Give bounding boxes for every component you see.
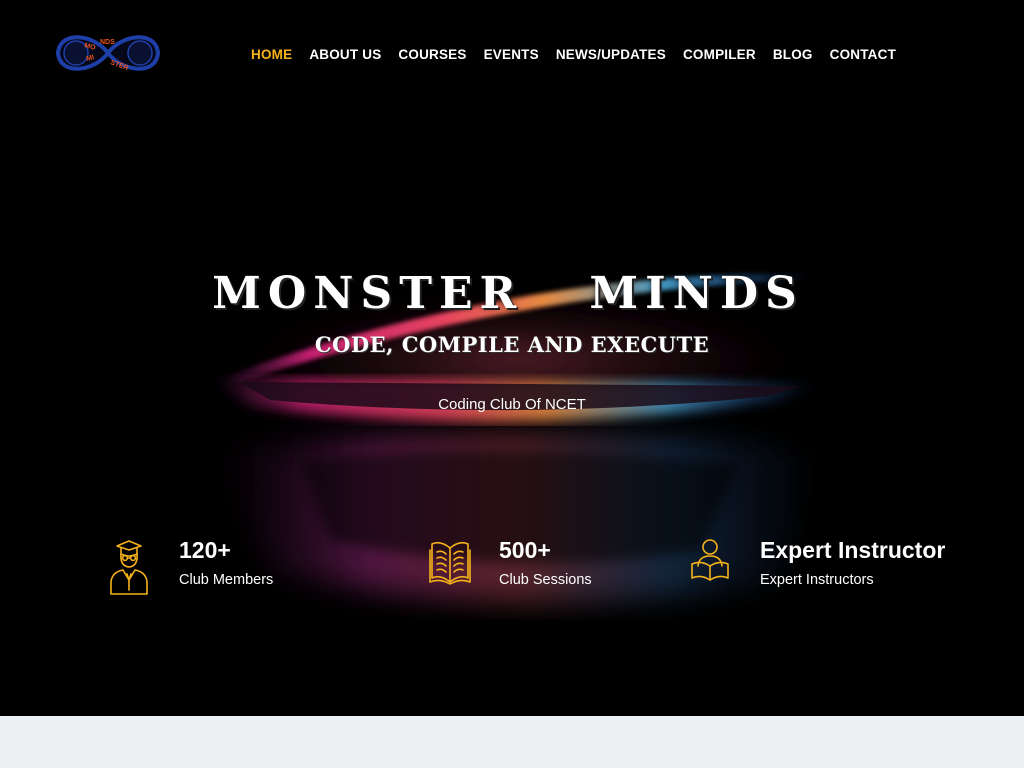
hero-section: MO NDS MI STER HOME ABOUT US COURSES EVE…	[0, 0, 1024, 716]
nav-courses[interactable]: COURSES	[398, 47, 466, 62]
nav-home[interactable]: HOME	[251, 47, 292, 62]
open-book-icon	[429, 541, 471, 585]
stat-club-members: 120+ Club Members	[107, 536, 307, 600]
stat-club-sessions: 500+ Club Sessions	[428, 536, 628, 600]
stat-label: Club Sessions	[499, 572, 592, 588]
hero-tagline: Coding Club Of NCET	[438, 396, 586, 413]
monster-minds-logo[interactable]: MO NDS MI STER	[54, 30, 162, 76]
nav-about-us[interactable]: ABOUT US	[309, 47, 381, 62]
hero-subtitle: CODE, COMPILE AND EXECUTE	[314, 332, 710, 357]
graduate-icon	[110, 540, 148, 595]
stat-expert-instructor: Expert Instructor Expert Instructors	[688, 536, 988, 600]
instructor-reading-icon	[691, 539, 729, 581]
nav-contact[interactable]: CONTACT	[830, 47, 896, 62]
nav-events[interactable]: EVENTS	[484, 47, 539, 62]
next-section	[0, 716, 1024, 768]
stat-value: 120+	[179, 537, 231, 563]
hero-title: MONSTER MINDS	[212, 268, 804, 319]
nav-blog[interactable]: BLOG	[773, 47, 813, 62]
nav-compiler[interactable]: COMPILER	[683, 47, 756, 62]
nav-news-updates[interactable]: NEWS/UPDATES	[556, 47, 666, 62]
svg-text:NDS: NDS	[100, 39, 115, 46]
stat-label: Expert Instructors	[760, 572, 874, 588]
stat-label: Club Members	[179, 572, 274, 588]
stat-value: Expert Instructor	[760, 537, 946, 563]
stat-value: 500+	[499, 537, 551, 563]
main-nav: HOME ABOUT US COURSES EVENTS NEWS/UPDATE…	[251, 44, 896, 64]
